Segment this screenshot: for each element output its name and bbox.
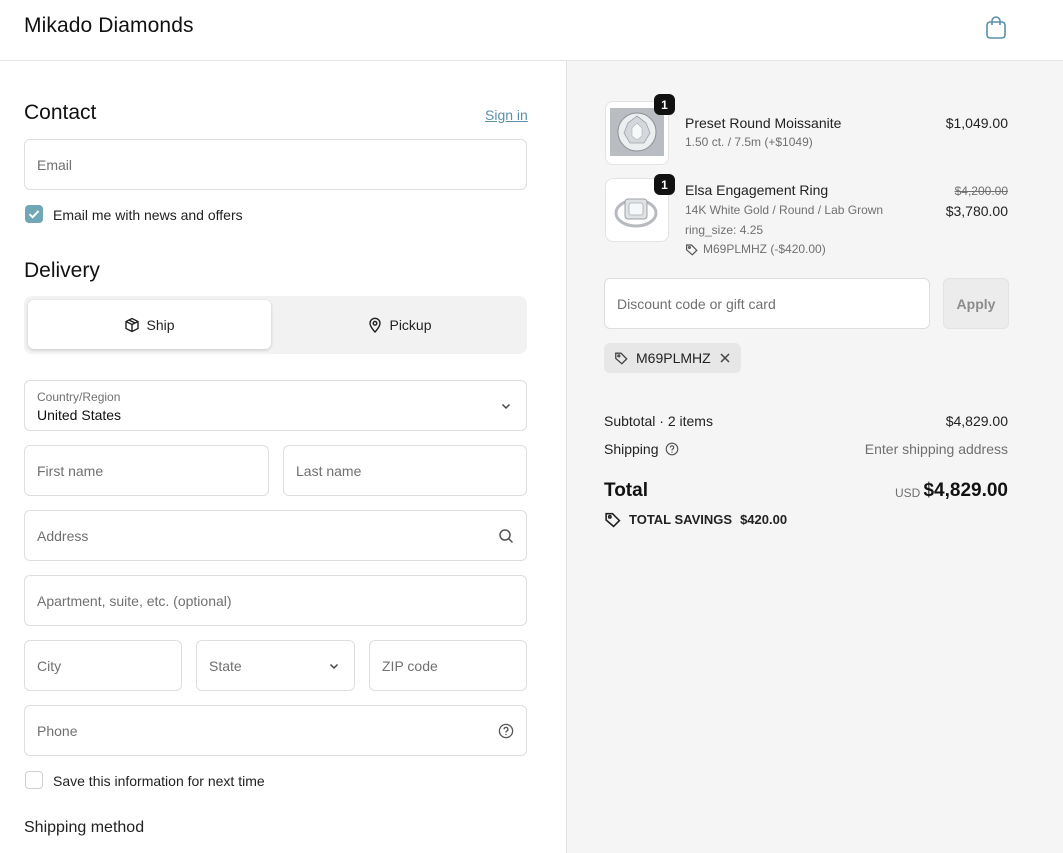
shipping-row: Shipping: [604, 441, 679, 457]
item-name: Elsa Engagement Ring: [685, 182, 829, 198]
chevron-down-icon: [329, 663, 339, 670]
tag-icon: [686, 243, 698, 256]
tag-icon: [615, 352, 628, 365]
apply-button[interactable]: Apply: [943, 278, 1009, 329]
address-field[interactable]: Address: [24, 510, 527, 561]
discount-code-field[interactable]: Discount code or gift card: [604, 278, 930, 329]
checkout-header: Mikado Diamonds: [0, 0, 1063, 61]
zip-placeholder: ZIP code: [382, 658, 438, 674]
tag-icon: [605, 512, 621, 528]
item-discount: M69PLMHZ (-$420.00): [685, 242, 826, 256]
city-placeholder: City: [37, 658, 62, 674]
apartment-field[interactable]: Apartment, suite, etc. (optional): [24, 575, 527, 626]
item-variant: 14K White Gold / Round / Lab Grown: [685, 203, 884, 217]
chevron-down-icon: [501, 403, 511, 410]
ship-label: Ship: [146, 316, 175, 333]
newsletter-label: Email me with news and offers: [53, 207, 243, 223]
apartment-placeholder: Apartment, suite, etc. (optional): [37, 593, 232, 609]
first-name-field[interactable]: First name: [24, 445, 269, 496]
total-value: $4,829.00: [923, 480, 1008, 501]
close-icon[interactable]: [719, 352, 731, 364]
checkout-form: Contact Sign in Email Email me with news…: [0, 61, 566, 853]
item-variant: 1.50 ct. / 7.5m (+$1049): [685, 135, 813, 149]
total-savings: TOTAL SAVINGS $420.00: [604, 511, 787, 528]
ship-option[interactable]: Ship: [28, 300, 271, 349]
subtotal-value: $4,829.00: [945, 413, 1008, 429]
help-circle-icon[interactable]: [498, 723, 514, 739]
sign-in-link[interactable]: Sign in: [485, 107, 528, 123]
compare-price: $4,200.00: [954, 184, 1008, 198]
email-placeholder: Email: [37, 157, 73, 173]
pickup-option[interactable]: Pickup: [276, 300, 523, 349]
order-summary: 1 Preset Round Moissanite 1.50 ct. / 7.5…: [566, 61, 1063, 853]
delivery-method-toggle: Ship Pickup: [24, 296, 527, 354]
phone-placeholder: Phone: [37, 723, 78, 739]
search-icon: [499, 529, 514, 544]
help-circle-icon[interactable]: [665, 442, 679, 456]
quantity-badge: 1: [654, 94, 675, 115]
item-price: $3,780.00: [945, 203, 1008, 219]
address-placeholder: Address: [37, 528, 89, 544]
last-name-placeholder: Last name: [296, 463, 362, 479]
country-value: United States: [37, 407, 122, 423]
box-icon: [125, 317, 140, 332]
currency-code: USD: [895, 486, 921, 500]
state-select[interactable]: State: [196, 640, 355, 691]
contact-title: Contact: [24, 101, 97, 124]
shipping-value: Enter shipping address: [864, 441, 1008, 457]
save-info-checkbox[interactable]: [25, 771, 43, 789]
save-info-label: Save this information for next time: [53, 773, 265, 789]
item-price: $1,049.00: [945, 115, 1008, 131]
email-field[interactable]: Email: [24, 139, 527, 190]
shipping-label: Shipping: [604, 441, 659, 457]
country-select[interactable]: Country/Region United States: [24, 380, 527, 431]
savings-label: TOTAL SAVINGS: [629, 512, 733, 527]
first-name-placeholder: First name: [37, 463, 104, 479]
total-label: Total: [604, 480, 648, 501]
quantity-badge: 1: [654, 174, 675, 195]
applied-code: M69PLMHZ: [636, 350, 711, 366]
map-pin-icon: [369, 317, 382, 333]
state-placeholder: State: [209, 658, 242, 674]
shipping-method-title: Shipping method: [24, 819, 145, 836]
country-label: Country/Region: [37, 390, 121, 404]
applied-discount-chip: M69PLMHZ: [604, 343, 741, 373]
delivery-title: Delivery: [24, 259, 100, 282]
zip-field[interactable]: ZIP code: [369, 640, 527, 691]
shopping-bag-icon[interactable]: [984, 14, 1008, 40]
discount-code-placeholder: Discount code or gift card: [617, 296, 776, 312]
newsletter-checkbox[interactable]: [25, 205, 43, 223]
phone-field[interactable]: Phone: [24, 705, 527, 756]
check-icon: [28, 210, 40, 219]
item-name: Preset Round Moissanite: [685, 115, 842, 131]
city-field[interactable]: City: [24, 640, 182, 691]
pickup-label: Pickup: [389, 316, 432, 333]
discount-text: M69PLMHZ (-$420.00): [703, 242, 826, 256]
store-brand[interactable]: Mikado Diamonds: [24, 14, 194, 38]
subtotal-label: Subtotal · 2 items: [604, 413, 713, 429]
savings-value: $420.00: [740, 512, 788, 527]
item-property: ring_size: 4.25: [685, 223, 764, 237]
last-name-field[interactable]: Last name: [283, 445, 527, 496]
